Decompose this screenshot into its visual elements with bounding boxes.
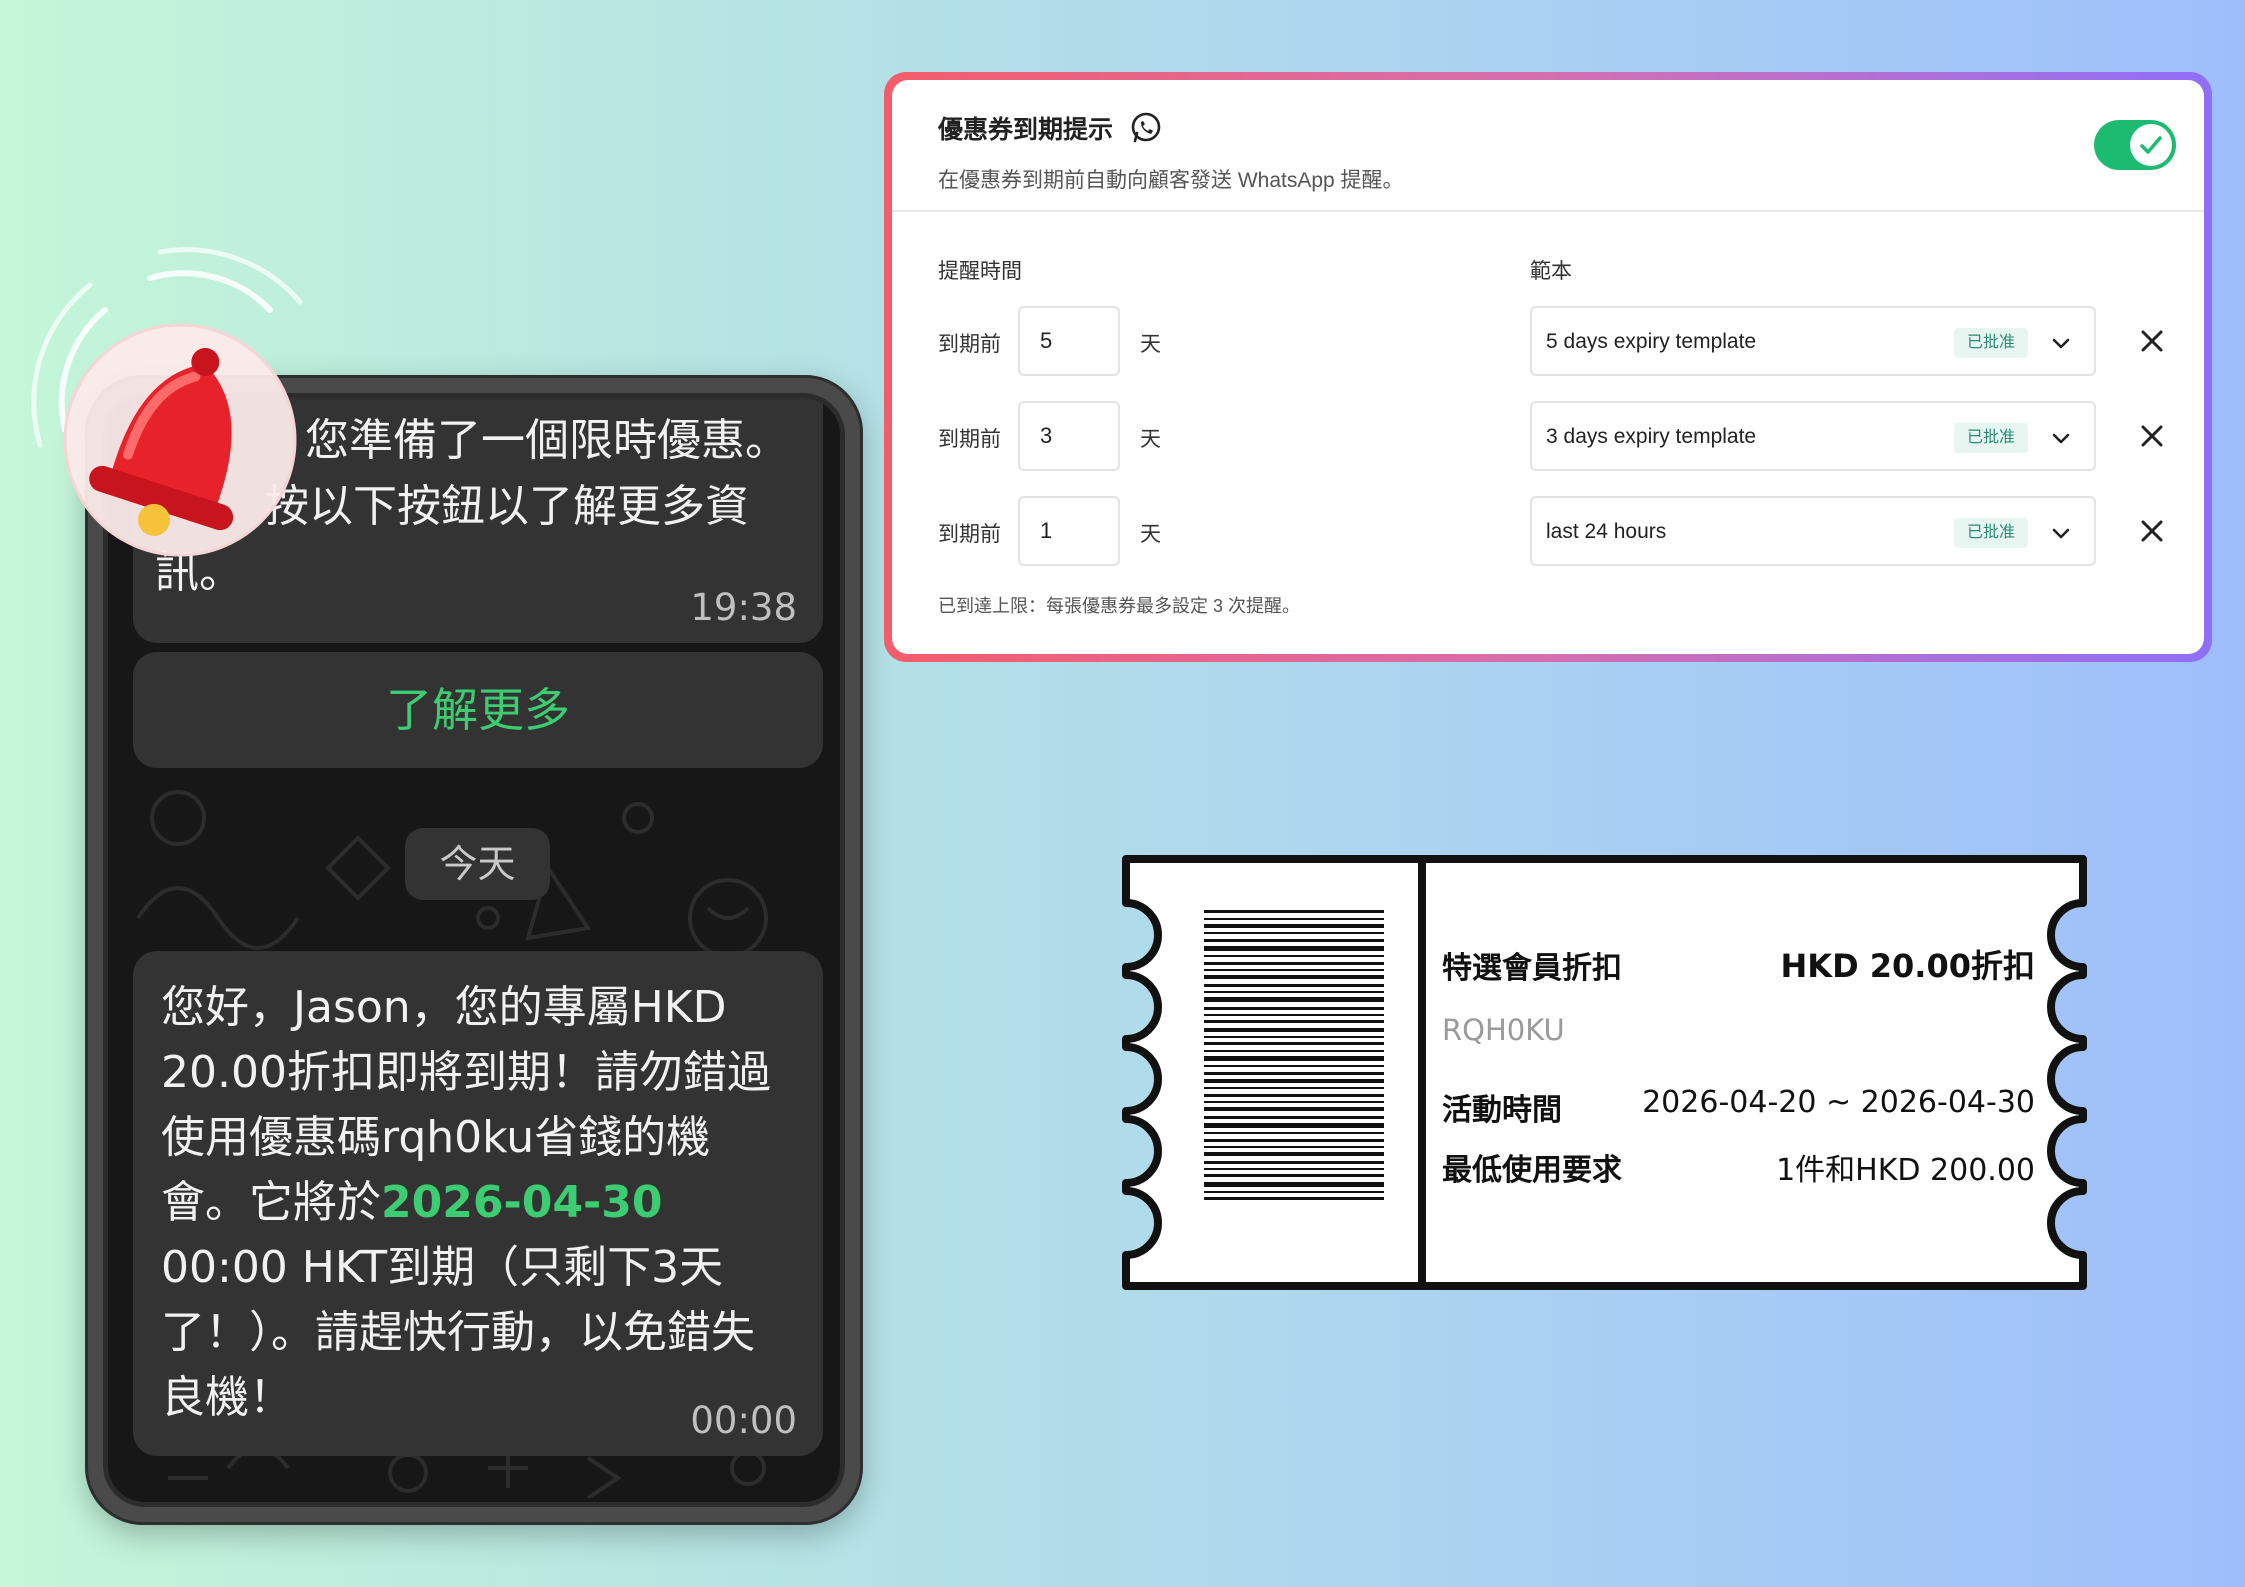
chevron-down-icon: [2052, 528, 2070, 539]
barcode-icon: [1204, 910, 1384, 1200]
days-input[interactable]: 3: [1018, 401, 1120, 471]
bell-icon: [31, 247, 303, 557]
coupon-period-label: 活動時間: [1442, 1093, 1562, 1128]
expiry-message-bubble: 您好，Jason，您的專屬HKD 20.00折扣即將到期！請勿錯過使用優惠碼rq…: [133, 951, 823, 1456]
close-icon[interactable]: [2137, 421, 2167, 451]
reminder-row: 到期前 5 天 5 days expiry template 已批准: [892, 306, 2204, 376]
before-expiry-label: 到期前: [938, 523, 1001, 546]
expiry-message-time: 00:00: [690, 1399, 797, 1442]
before-expiry-label: 到期前: [938, 333, 1001, 356]
coupon-discount-value: HKD 20.00折扣: [1780, 947, 2035, 985]
card-subtitle: 在優惠券到期前自動向顧客發送 WhatsApp 提醒。: [938, 169, 1404, 192]
coupon-ticket: 特選會員折扣 HKD 20.00折扣 RQH0KU 活動時間 2026-04-2…: [1122, 855, 2087, 1290]
chevron-down-icon: [2052, 433, 2070, 444]
reminder-row: 到期前 1 天 last 24 hours 已批准: [892, 496, 2204, 566]
card-title-text: 優惠券到期提示: [938, 116, 1114, 144]
coupon-min-label: 最低使用要求: [1442, 1153, 1622, 1188]
template-select[interactable]: last 24 hours 已批准: [1530, 496, 2096, 566]
template-selected-value: 3 days expiry template: [1546, 425, 1757, 448]
reminder-time-column-label: 提醒時間: [938, 260, 1022, 283]
template-select[interactable]: 5 days expiry template 已批准: [1530, 306, 2096, 376]
message-part2: 00:00 HKT到期（只剩下3天了！）。請趕快行動，以免錯失良機！: [161, 1242, 755, 1423]
reminder-limit-note: 已到達上限：每張優惠券最多設定 3 次提醒。: [938, 596, 1301, 616]
days-input[interactable]: 1: [1018, 496, 1120, 566]
chevron-down-icon: [2052, 338, 2070, 349]
close-icon[interactable]: [2137, 516, 2167, 546]
check-icon: [2140, 136, 2162, 154]
close-icon[interactable]: [2137, 326, 2167, 356]
approved-badge: 已批准: [1954, 328, 2028, 358]
template-select[interactable]: 3 days expiry template 已批准: [1530, 401, 2096, 471]
whatsapp-icon: [1131, 112, 1161, 143]
expiry-reminder-card-border: 優惠券到期提示 在優惠券到期前自動向顧客發送 WhatsApp 提醒。 提醒時間…: [884, 72, 2212, 662]
previous-message-line2: 按以下按鈕以了解更多資: [265, 481, 749, 532]
before-expiry-label: 到期前: [938, 428, 1001, 451]
template-selected-value: 5 days expiry template: [1546, 330, 1757, 353]
expiry-message-text: 您好，Jason，您的專屬HKD 20.00折扣即將到期！請勿錯過使用優惠碼rq…: [161, 975, 791, 1430]
approved-badge: 已批准: [1954, 423, 2028, 453]
coupon-min-value: 1件和HKD 200.00: [1776, 1153, 2035, 1188]
days-unit-label: 天: [1140, 428, 1161, 451]
card-title: 優惠券到期提示: [938, 110, 2204, 146]
template-column-label: 範本: [1530, 260, 1572, 283]
coupon-code: RQH0KU: [1442, 1013, 1565, 1047]
days-input[interactable]: 5: [1018, 306, 1120, 376]
template-selected-value: last 24 hours: [1546, 520, 1667, 543]
toggle-knob: [2130, 124, 2172, 166]
card-header: 優惠券到期提示 在優惠券到期前自動向顧客發送 WhatsApp 提醒。: [892, 80, 2204, 212]
reminder-row: 到期前 3 天 3 days expiry template 已批准: [892, 401, 2204, 471]
reminder-toggle[interactable]: [2094, 120, 2176, 170]
date-separator-chip: 今天: [405, 828, 550, 900]
approved-badge: 已批准: [1954, 518, 2028, 548]
learn-more-button[interactable]: 了解更多: [133, 652, 823, 768]
message-expiry-date: 2026-04-30: [381, 1177, 663, 1228]
days-unit-label: 天: [1140, 333, 1161, 356]
previous-message-time: 19:38: [690, 586, 797, 629]
days-unit-label: 天: [1140, 523, 1161, 546]
coupon-name-label: 特選會員折扣: [1442, 951, 1622, 986]
coupon-period-value: 2026-04-20 ~ 2026-04-30: [1642, 1085, 2035, 1120]
expiry-reminder-card: 優惠券到期提示 在優惠券到期前自動向顧客發送 WhatsApp 提醒。 提醒時間…: [892, 80, 2204, 654]
previous-message-line1: 您準備了一個限時優惠。: [305, 415, 789, 466]
